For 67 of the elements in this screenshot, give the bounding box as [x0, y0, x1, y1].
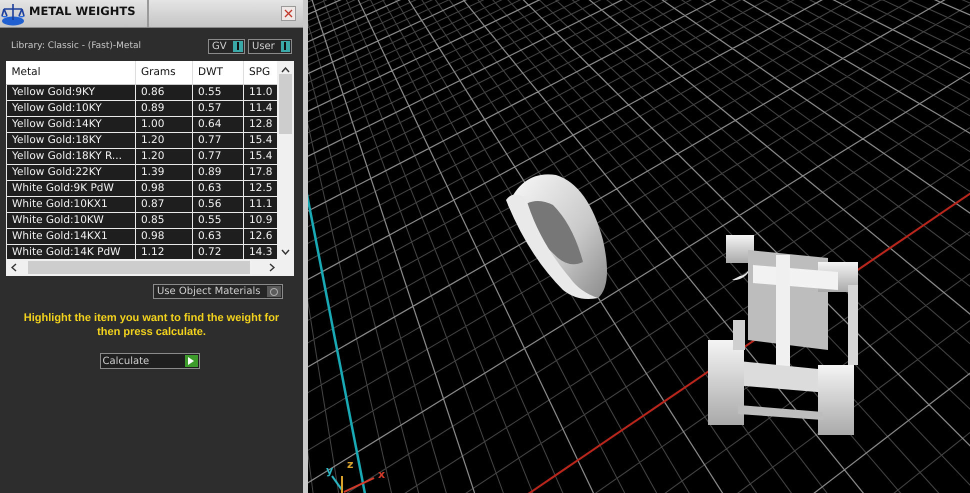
table-cell[interactable]: 10.9 [244, 212, 277, 228]
table-cell[interactable]: 12.8 [244, 116, 277, 132]
table-cell[interactable]: 0.77 [192, 132, 244, 148]
toggle-switch[interactable]: Use Object Materials [153, 284, 283, 299]
table-cell[interactable]: Yellow Gold:14KY [6, 116, 136, 132]
table-cell[interactable]: 0.77 [192, 148, 244, 164]
table-cell[interactable]: 17.8 [244, 164, 277, 180]
table-cell[interactable]: 0.63 [192, 228, 244, 244]
axis-gizmo-drawing [331, 475, 374, 493]
play-icon [188, 357, 194, 365]
window-title: METAL WEIGHTS [29, 0, 149, 27]
table-cell[interactable]: White Gold:9K PdW [6, 180, 136, 196]
table-cell[interactable]: White Gold:10KW [6, 212, 136, 228]
instruction-text: Highlight the item you want to find the weight for then press calculate. [22, 311, 280, 339]
table-cell[interactable]: 0.64 [192, 116, 244, 132]
table-cell[interactable]: 11.1 [244, 196, 277, 212]
close-button[interactable] [281, 6, 296, 21]
table-cell[interactable]: Yellow Gold:22KY [6, 164, 136, 180]
table-cell[interactable]: 0.55 [192, 212, 244, 228]
scroll-right-icon[interactable] [269, 263, 275, 272]
axis-label: x [378, 468, 386, 481]
table-cell[interactable]: 0.98 [136, 228, 192, 244]
column-header[interactable]: Metal [6, 61, 136, 84]
table-cell[interactable]: 0.85 [136, 212, 192, 228]
table-cell[interactable]: 1.20 [136, 148, 192, 164]
scroll-down-icon[interactable] [281, 249, 290, 255]
table-cell[interactable]: Yellow Gold:18KY [6, 132, 136, 148]
table-cell[interactable]: 12.6 [244, 228, 277, 244]
table-cell[interactable]: 0.72 [192, 244, 244, 259]
table-cell[interactable]: 12.5 [244, 180, 277, 196]
table-cell[interactable]: 0.86 [136, 84, 192, 100]
column-header[interactable]: SPG [244, 61, 277, 84]
table-cell[interactable]: Yellow Gold:10KY [6, 100, 136, 116]
table-cell[interactable]: 11.0 [244, 84, 277, 100]
close-icon [284, 9, 293, 18]
library-label: Library: Classic - (Fast)-Metal [11, 41, 142, 51]
table-cell[interactable]: 0.89 [192, 164, 244, 180]
toggle-switch[interactable]: User [248, 38, 292, 54]
table-cell[interactable]: 0.55 [192, 84, 244, 100]
table-cell[interactable]: White Gold:10KX1 [6, 196, 136, 212]
toggle-switch[interactable]: GV [208, 38, 245, 54]
calculate-button[interactable]: Calculate [100, 353, 200, 369]
table-cell[interactable]: 0.56 [192, 196, 244, 212]
table-cell[interactable]: 1.12 [136, 244, 192, 259]
table-cell[interactable]: 11.4 [244, 100, 277, 116]
axis-label: z [347, 458, 354, 471]
table-cell[interactable]: 14.3 [244, 244, 277, 259]
table-cell[interactable]: White Gold:14K PdW [6, 244, 136, 259]
table-cell[interactable]: Yellow Gold:9KY [6, 84, 136, 100]
table-cell[interactable]: 0.89 [136, 100, 192, 116]
table-cell[interactable]: 0.63 [192, 180, 244, 196]
column-header[interactable]: DWT [192, 61, 244, 84]
table-cell[interactable]: 0.98 [136, 180, 192, 196]
scroll-up-icon[interactable] [281, 67, 290, 73]
table-cell[interactable]: 0.57 [192, 100, 244, 116]
scroll-thumb[interactable] [279, 74, 292, 134]
table-cell[interactable]: 15.4 [244, 148, 277, 164]
table-cell[interactable]: Yellow Gold:18KY R... [6, 148, 136, 164]
table-cell[interactable]: 1.20 [136, 132, 192, 148]
table-cell[interactable]: 1.39 [136, 164, 192, 180]
table-cell[interactable]: 0.87 [136, 196, 192, 212]
scroll-left-icon[interactable] [11, 263, 17, 272]
table-cell[interactable]: White Gold:14KX1 [6, 228, 136, 244]
table-cell[interactable]: 15.4 [244, 132, 277, 148]
column-header[interactable]: Grams [136, 61, 192, 84]
table-cell[interactable]: 1.00 [136, 116, 192, 132]
scroll-thumb[interactable] [28, 261, 250, 274]
